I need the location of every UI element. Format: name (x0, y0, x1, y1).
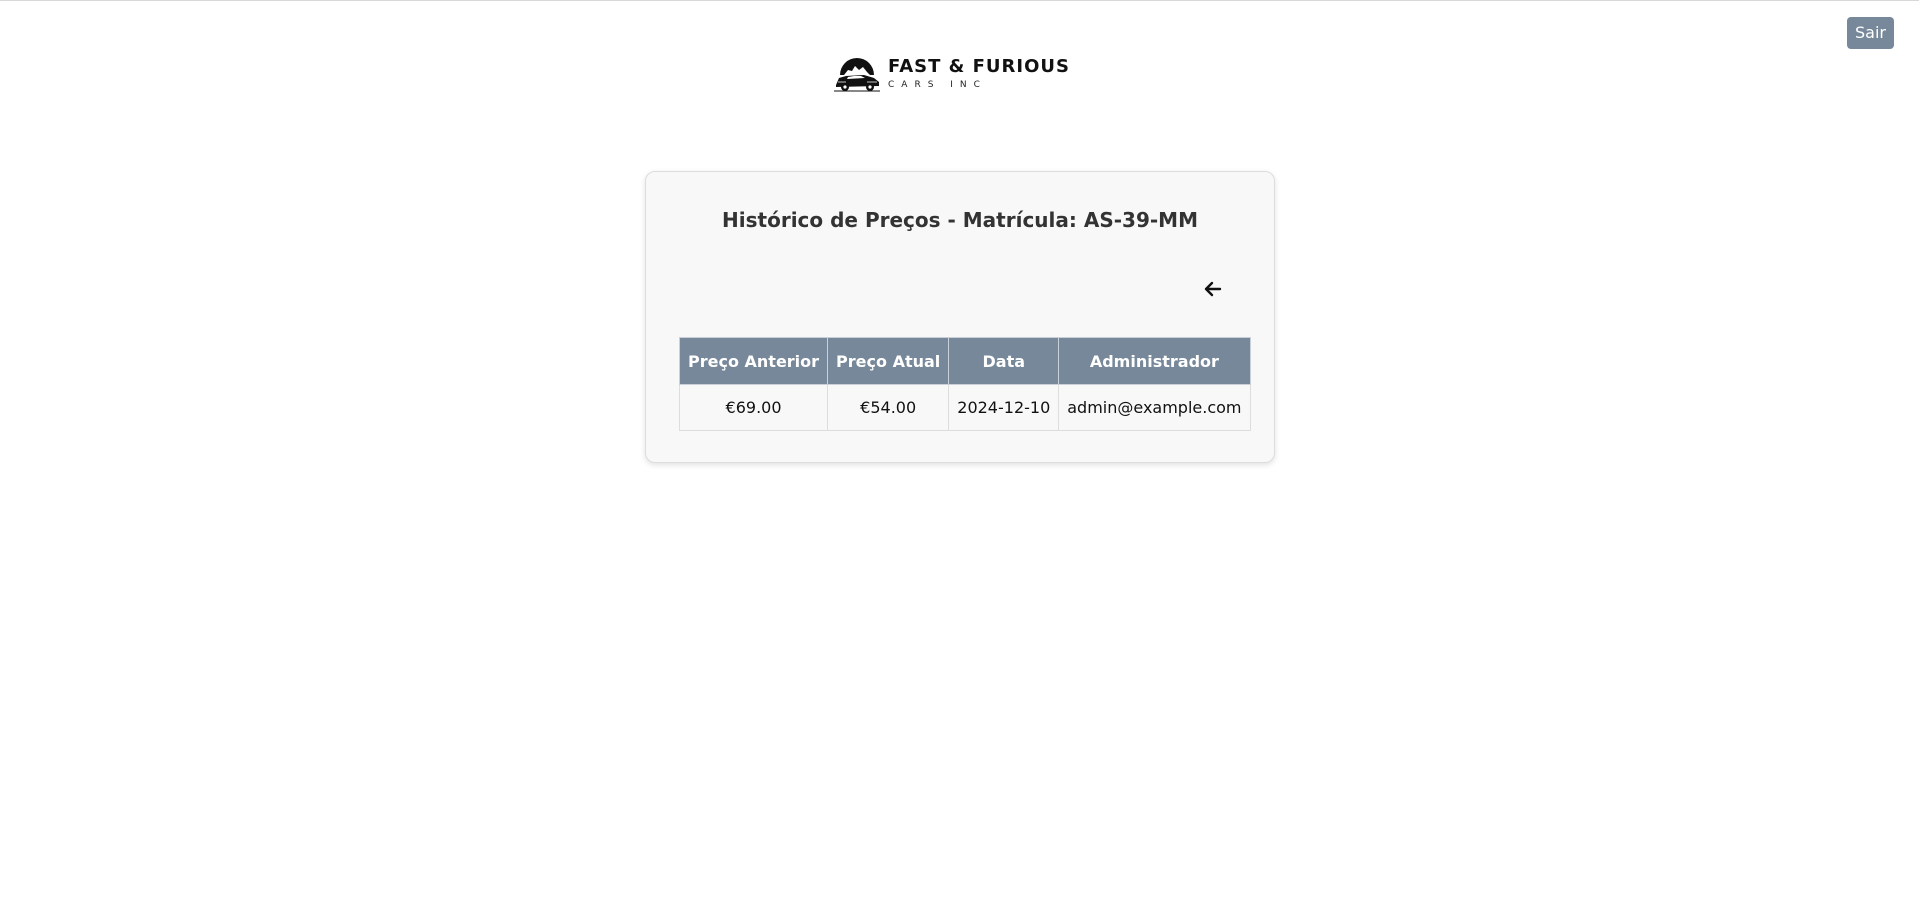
logout-button[interactable]: Sair (1847, 17, 1894, 49)
logo-name: FAST & FURIOUS (888, 56, 1070, 77)
table-row: €69.00 €54.00 2024-12-10 admin@example.c… (678, 384, 1251, 431)
arrow-left-icon (1204, 281, 1222, 297)
column-header-administrator: Administrador (1058, 337, 1251, 385)
cell-previous-price: €69.00 (678, 384, 829, 431)
car-logo-icon (834, 58, 880, 92)
logo-text: FAST & FURIOUS CARS INC (888, 57, 1070, 91)
cell-current-price: €54.00 (827, 384, 950, 431)
page-title: Histórico de Preços - Matrícula: AS-39-M… (722, 208, 1198, 232)
cell-administrator: admin@example.com (1058, 384, 1251, 431)
price-history-card: Histórico de Preços - Matrícula: AS-39-M… (645, 171, 1275, 463)
column-header-date: Data (948, 337, 1060, 385)
logo[interactable]: FAST & FURIOUS CARS INC (834, 55, 1070, 93)
logo-subtitle: CARS INC (888, 80, 987, 90)
table-header-row: Preço Anterior Preço Atual Data Administ… (678, 337, 1251, 385)
page: Sair FAST & FURIOUS CARS INC Histórico d… (0, 0, 1919, 910)
column-header-current-price: Preço Atual (827, 337, 950, 385)
price-history-table: Preço Anterior Preço Atual Data Administ… (678, 337, 1251, 431)
column-header-previous-price: Preço Anterior (678, 337, 829, 385)
cell-date: 2024-12-10 (948, 384, 1060, 431)
back-button[interactable] (1200, 276, 1226, 302)
